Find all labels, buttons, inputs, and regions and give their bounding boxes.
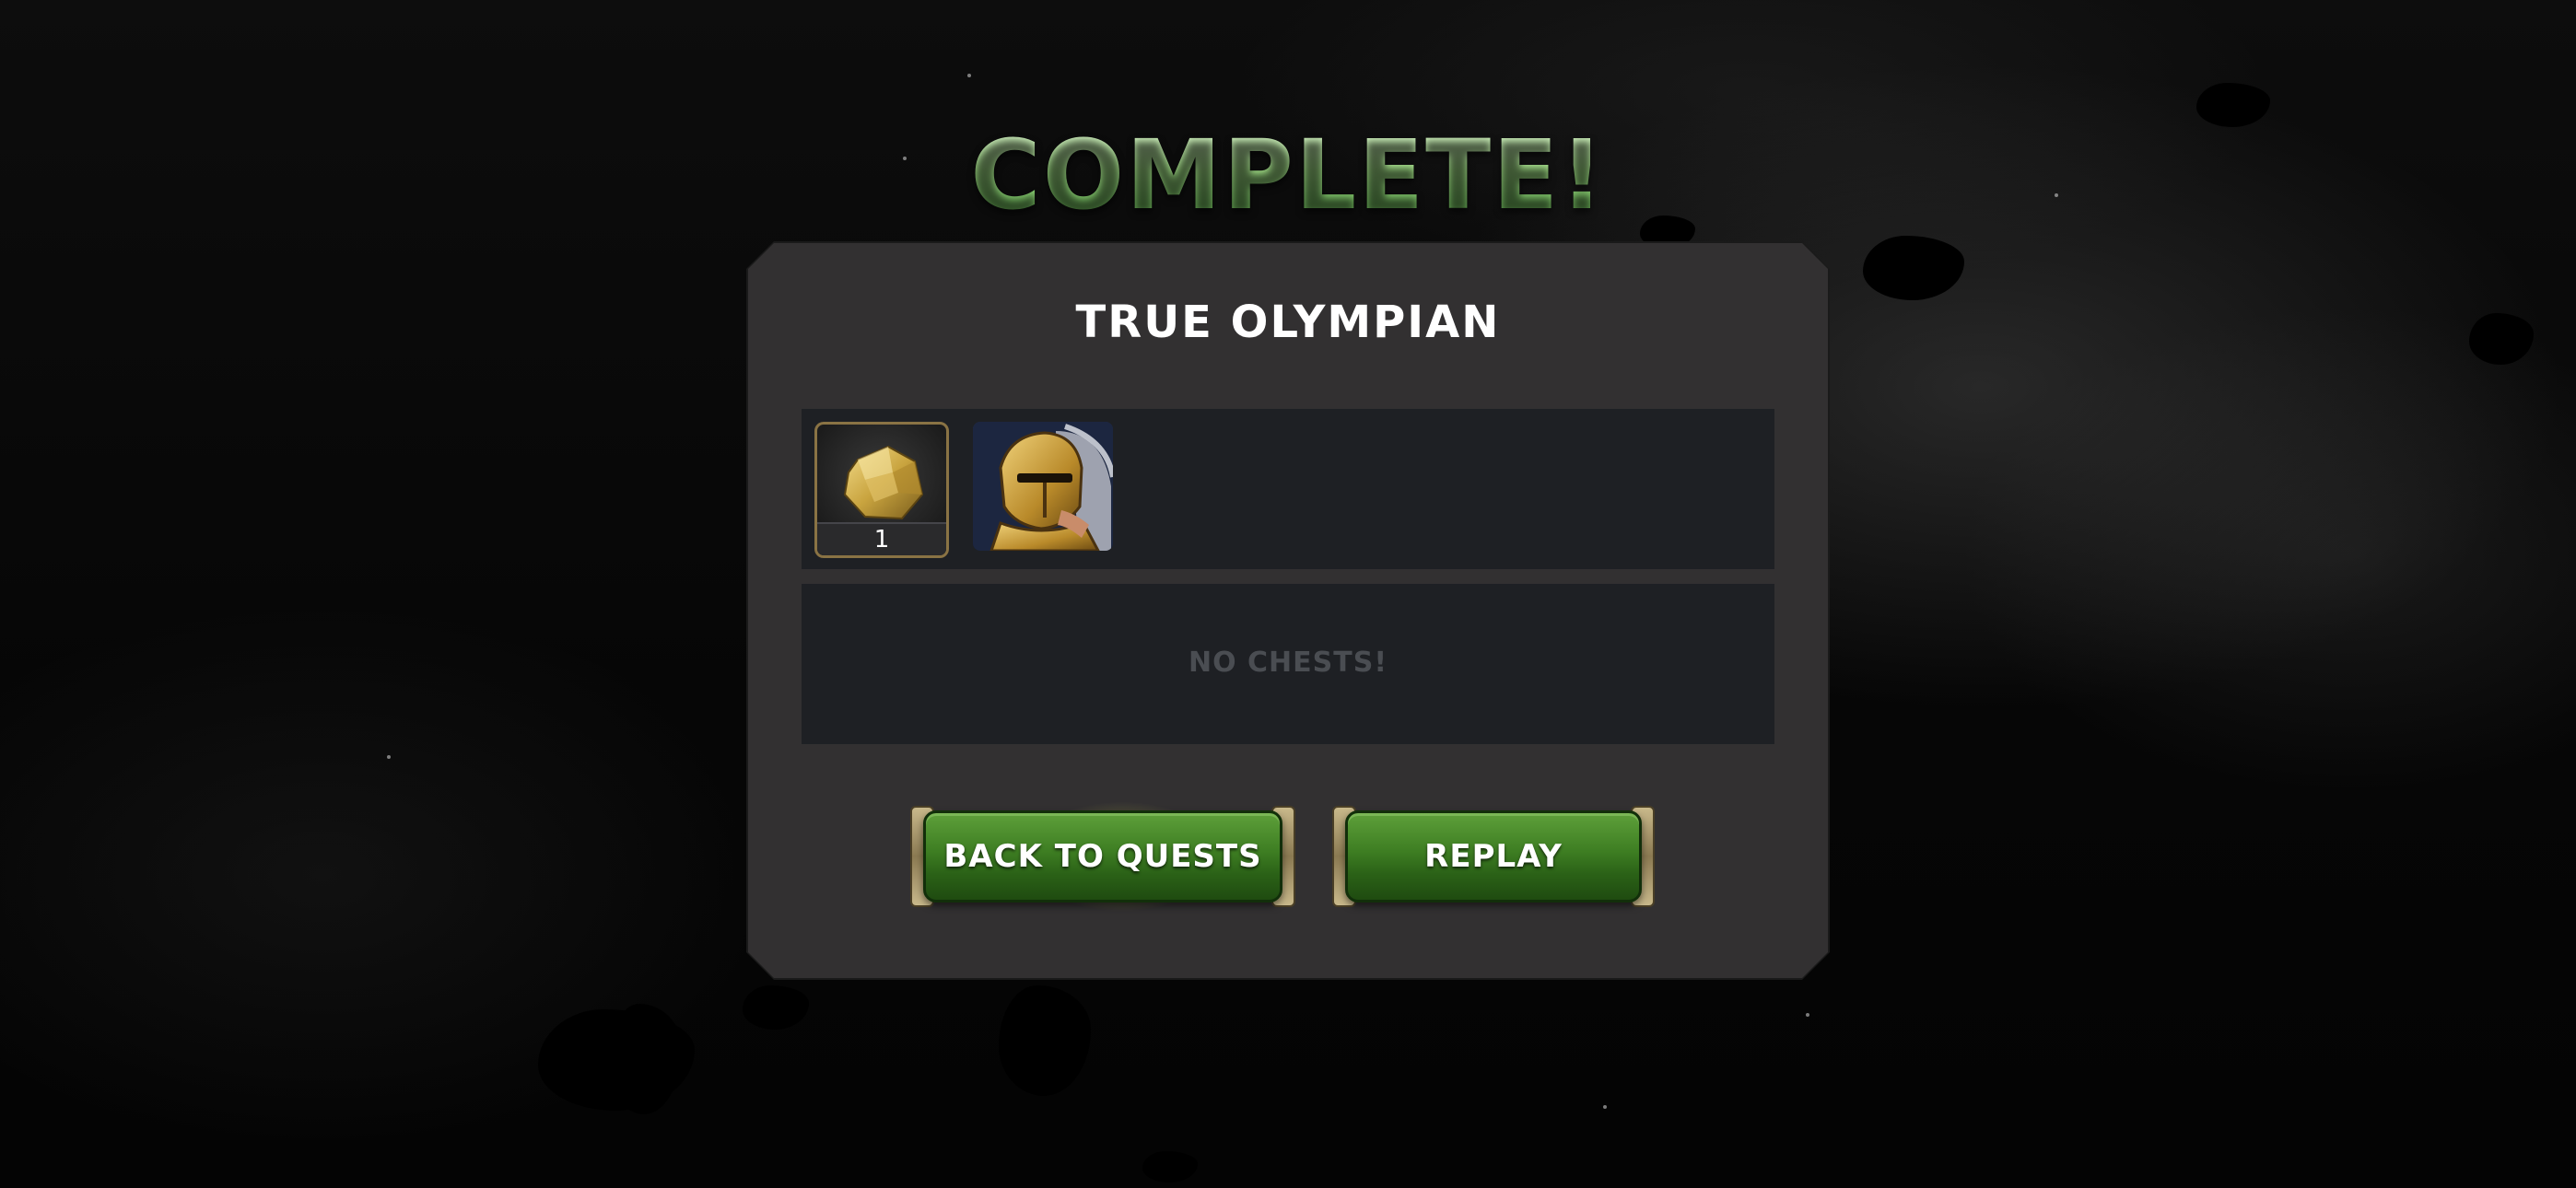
game-background: COMPLETE! TRUE OLYMPIAN 1 NO CHESTS! BAC…	[0, 0, 2576, 1188]
star	[387, 755, 391, 759]
asteroid	[743, 985, 809, 1030]
asteroid	[2196, 83, 2270, 127]
asteroid	[999, 985, 1091, 1096]
chests-area: NO CHESTS!	[802, 584, 1774, 744]
asteroid	[1142, 1151, 1198, 1182]
back-to-quests-button[interactable]: BACK TO QUESTS	[923, 810, 1282, 903]
back-to-quests-button-frame: BACK TO QUESTS	[910, 801, 1295, 912]
reward-item-gold[interactable]: 1	[814, 422, 949, 558]
gold-nugget-icon	[843, 445, 924, 520]
asteroid	[2469, 313, 2534, 365]
quest-name: TRUE OLYMPIAN	[1075, 297, 1501, 348]
star	[967, 74, 971, 77]
reward-item-champion[interactable]	[973, 422, 1113, 551]
no-chests-label: NO CHESTS!	[1188, 646, 1388, 679]
star	[1806, 1013, 1809, 1017]
star	[1603, 1105, 1607, 1109]
asteroid	[608, 1004, 682, 1114]
champion-portrait-icon	[973, 422, 1113, 551]
replay-button-frame: REPLAY	[1332, 801, 1655, 912]
reward-count: 1	[817, 522, 946, 555]
complete-title: COMPLETE!	[0, 127, 2576, 223]
results-panel: TRUE OLYMPIAN 1 NO CHESTS! BACK TO QUEST…	[748, 243, 1828, 978]
replay-button[interactable]: REPLAY	[1345, 810, 1642, 903]
rewards-area: 1	[802, 409, 1774, 569]
asteroid	[1863, 236, 1964, 300]
